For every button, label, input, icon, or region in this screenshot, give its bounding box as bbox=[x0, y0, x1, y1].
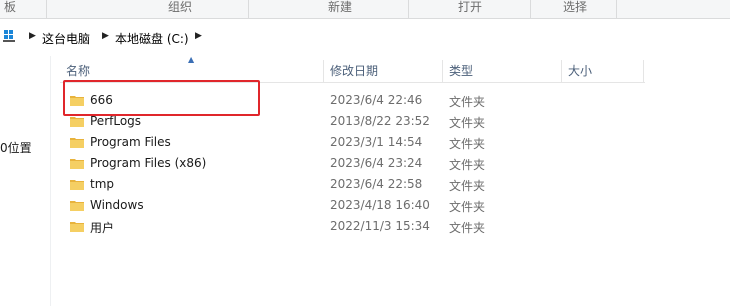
file-type: 文件夹 bbox=[449, 221, 486, 235]
address-bar[interactable]: ▶ 这台电脑 ▶ 本地磁盘 (C:) ▶ bbox=[0, 26, 730, 48]
file-type: 文件夹 bbox=[449, 116, 486, 130]
file-type: 文件夹 bbox=[449, 137, 486, 151]
column-header-name[interactable]: 名称 bbox=[60, 60, 324, 82]
chevron-right-icon[interactable]: ▶ bbox=[29, 31, 36, 41]
file-modified: 2013/8/22 23:52 bbox=[330, 114, 430, 128]
file-name: Program Files bbox=[90, 135, 171, 149]
annotation-highlight-box bbox=[63, 80, 260, 116]
folder-icon bbox=[70, 138, 84, 148]
nav-item-partial[interactable]: 0位置 bbox=[0, 139, 32, 156]
file-type: 文件夹 bbox=[449, 179, 486, 193]
ribbon-group-new-label: 新建 bbox=[327, 0, 352, 14]
file-type: 文件夹 bbox=[449, 200, 486, 214]
file-name: Program Files (x86) bbox=[90, 156, 207, 170]
chevron-right-icon[interactable]: ▶ bbox=[195, 31, 202, 41]
file-type: 文件夹 bbox=[449, 158, 486, 172]
file-modified: 2023/6/4 23:24 bbox=[330, 156, 423, 170]
table-row[interactable]: 用户 2022/11/3 15:34 文件夹 bbox=[60, 216, 660, 237]
ribbon-separator bbox=[616, 0, 617, 18]
file-name: tmp bbox=[90, 177, 115, 191]
chevron-right-icon[interactable]: ▶ bbox=[102, 31, 109, 41]
ribbon-group-select-label: 选择 bbox=[562, 0, 587, 14]
file-modified: 2022/11/3 15:34 bbox=[330, 219, 430, 233]
ribbon-separator bbox=[248, 0, 249, 18]
ribbon-group-open-label: 打开 bbox=[457, 0, 482, 14]
file-modified: 2023/3/1 14:54 bbox=[330, 135, 423, 149]
column-header-modified[interactable]: 修改日期 bbox=[324, 60, 443, 82]
table-row[interactable]: Program Files (x86) 2023/6/4 23:24 文件夹 bbox=[60, 153, 660, 174]
column-header-size[interactable]: 大小 bbox=[562, 60, 644, 82]
file-name: PerfLogs bbox=[90, 114, 142, 128]
breadcrumb-this-pc[interactable]: 这台电脑 bbox=[42, 30, 90, 47]
folder-icon bbox=[70, 180, 84, 190]
file-modified: 2023/4/18 16:40 bbox=[330, 198, 430, 212]
file-name: 用户 bbox=[90, 221, 115, 235]
navigation-pane: 0位置 bbox=[0, 56, 51, 306]
folder-icon bbox=[70, 117, 84, 127]
ribbon-separator bbox=[46, 0, 47, 18]
folder-icon bbox=[70, 201, 84, 211]
ribbon-separator bbox=[530, 0, 531, 18]
column-header-type[interactable]: 类型 bbox=[443, 60, 562, 82]
file-modified: 2023/6/4 22:46 bbox=[330, 93, 423, 107]
folder-icon bbox=[70, 159, 84, 169]
table-row[interactable]: tmp 2023/6/4 22:58 文件夹 bbox=[60, 174, 660, 195]
file-modified: 2023/6/4 22:58 bbox=[330, 177, 423, 191]
table-row[interactable]: Program Files 2023/3/1 14:54 文件夹 bbox=[60, 132, 660, 153]
ribbon-group-clipboard-label: 板 bbox=[3, 0, 16, 14]
ribbon-group-labels: 板 组织 新建 打开 选择 bbox=[0, 0, 730, 19]
ribbon-group-organize-label: 组织 bbox=[167, 0, 192, 14]
file-type: 文件夹 bbox=[449, 95, 486, 109]
this-pc-icon bbox=[3, 30, 15, 42]
file-name: Windows bbox=[90, 198, 144, 212]
breadcrumb-local-disk[interactable]: 本地磁盘 (C:) bbox=[115, 30, 189, 47]
folder-icon bbox=[70, 222, 84, 232]
ribbon-separator bbox=[408, 0, 409, 18]
table-row[interactable]: Windows 2023/4/18 16:40 文件夹 bbox=[60, 195, 660, 216]
